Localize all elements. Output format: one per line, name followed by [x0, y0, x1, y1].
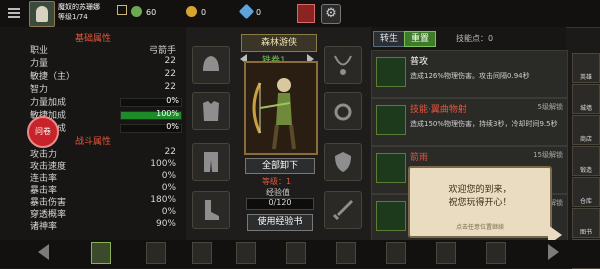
- pants-slot[interactable]: [192, 143, 230, 181]
- diamond-count: 0: [256, 8, 262, 17]
- boots-slot[interactable]: [192, 191, 230, 229]
- shield-slot[interactable]: [324, 143, 362, 181]
- side-forge-button[interactable]: 锻造: [572, 146, 600, 176]
- skill-arrow-icon: [376, 105, 406, 135]
- shield-icon: [335, 152, 351, 172]
- player-name: 魔奴的苏珊娜: [58, 3, 100, 11]
- gold-icon: [186, 6, 197, 17]
- hero-slot-locked[interactable]: [192, 242, 212, 264]
- right-arrow-icon[interactable]: [548, 244, 559, 260]
- use-exp-book-button[interactable]: 使用经验书: [247, 214, 313, 231]
- skill-desc: 造成150%物理伤害，持续3秒，冷却时间9.5秒: [410, 120, 558, 128]
- gift-icon[interactable]: [297, 4, 315, 23]
- combat-row-other: 诸神率 90%: [30, 219, 176, 232]
- attr-row-strength: 力量 22: [30, 56, 176, 69]
- skill-name: 技能·翼曲物射: [410, 105, 467, 115]
- class-title: 森林游侠: [241, 34, 317, 52]
- helmet-icon: [203, 56, 219, 71]
- tab-rebirth[interactable]: 转生: [373, 31, 405, 47]
- armor-slot[interactable]: [192, 92, 230, 130]
- skill-row[interactable]: 普攻 造成126%物理伤害。攻击间隔0.94秒: [371, 50, 568, 98]
- basic-attack-icon: [376, 57, 406, 87]
- player-level: 等级1/74: [58, 13, 88, 21]
- level-label: 等级：1: [262, 177, 292, 186]
- settings-gear-icon[interactable]: ⚙: [321, 4, 341, 24]
- skill-desc: 造成126%物理伤害。攻击间隔0.94秒: [410, 72, 530, 80]
- hero-slot-locked[interactable]: [336, 242, 356, 264]
- combat-row-crit-damage: 暴击伤害 180%: [30, 195, 176, 208]
- ring-slot[interactable]: [324, 92, 362, 130]
- bonus-row-strength: 力量加成 0%: [30, 95, 182, 108]
- skill-points: 技能点：0: [456, 34, 494, 43]
- menu-icon[interactable]: [8, 7, 20, 19]
- hero-slot-locked[interactable]: [286, 242, 306, 264]
- hero-slot-locked[interactable]: [436, 242, 456, 264]
- skill-lock: 15级解锁: [533, 151, 563, 159]
- helmet-slot[interactable]: [192, 46, 230, 84]
- skill-row[interactable]: 技能·翼曲物射 5级解锁 造成150%物理伤害，持续3秒，冷却时间9.5秒: [371, 98, 568, 146]
- gold-count: 0: [201, 8, 207, 17]
- edit-icon[interactable]: [117, 5, 127, 15]
- combat-attributes-title: 战斗属性: [74, 137, 111, 147]
- unequip-all-button[interactable]: 全部卸下: [245, 158, 315, 174]
- hero-slot-active[interactable]: [91, 242, 111, 264]
- left-arrow-icon[interactable]: [38, 244, 49, 260]
- combat-row-attack: 攻击力 22: [30, 147, 176, 160]
- necklace-slot[interactable]: [324, 46, 362, 84]
- hero-slot-locked[interactable]: [146, 242, 166, 264]
- combat-row-crit: 暴击率 0%: [30, 183, 176, 196]
- skill-name: 普攻: [410, 57, 429, 67]
- boots-icon: [205, 200, 219, 220]
- necklace-icon: [334, 55, 352, 75]
- gem-icon: [131, 6, 142, 17]
- gem-count: 60: [146, 8, 157, 17]
- combat-row-combo: 连击率 0%: [30, 171, 176, 184]
- armor-icon: [203, 101, 219, 121]
- hero-slot-locked[interactable]: [386, 242, 406, 264]
- hero-slot-locked[interactable]: [486, 242, 506, 264]
- combat-row-penetration: 穿透概率 0%: [30, 207, 176, 220]
- avatar[interactable]: [29, 1, 55, 27]
- dialog-line-1: 欢迎您的到来，: [448, 185, 512, 195]
- side-library-button[interactable]: 图书: [572, 208, 600, 238]
- side-wall-button[interactable]: 城墙: [572, 84, 600, 114]
- sword-icon: [332, 200, 353, 221]
- skill-name: 箭雨: [410, 153, 429, 163]
- exp-label: 经验值: [266, 188, 290, 197]
- pants-icon: [204, 152, 218, 172]
- dialog-hint: 点击任意位置继续: [455, 224, 504, 231]
- skill-locked-icon: [376, 201, 406, 231]
- side-hero-button[interactable]: 英雄: [572, 53, 600, 83]
- attr-row-class: 职业 弓箭手: [30, 46, 176, 56]
- hero-slot-locked[interactable]: [236, 242, 256, 264]
- weapon-slot[interactable]: [324, 191, 362, 229]
- side-storage-button[interactable]: 仓库: [572, 177, 600, 207]
- hero-portrait: [244, 61, 318, 155]
- side-shop-button[interactable]: 商店: [572, 115, 600, 145]
- ring-icon: [334, 103, 352, 121]
- arrow-rain-icon: [376, 153, 406, 183]
- combat-row-attack-speed: 攻击速度 100%: [30, 159, 176, 172]
- skill-lock: 5级解锁: [537, 103, 563, 111]
- exp-value: 0/120: [268, 198, 292, 207]
- exp-bar: 0/120: [246, 198, 314, 210]
- welcome-dialog[interactable]: 欢迎您的到来， 祝您玩得开心！ 点击任意位置继续: [408, 166, 552, 238]
- attr-row-agility: 敏捷（主） 22: [30, 69, 176, 82]
- tab-reset[interactable]: 重置: [404, 31, 436, 47]
- attr-row-intellect: 智力 22: [30, 82, 176, 95]
- archer-figure-icon: [246, 63, 316, 153]
- dialog-line-2: 祝您玩得开心！: [448, 198, 512, 208]
